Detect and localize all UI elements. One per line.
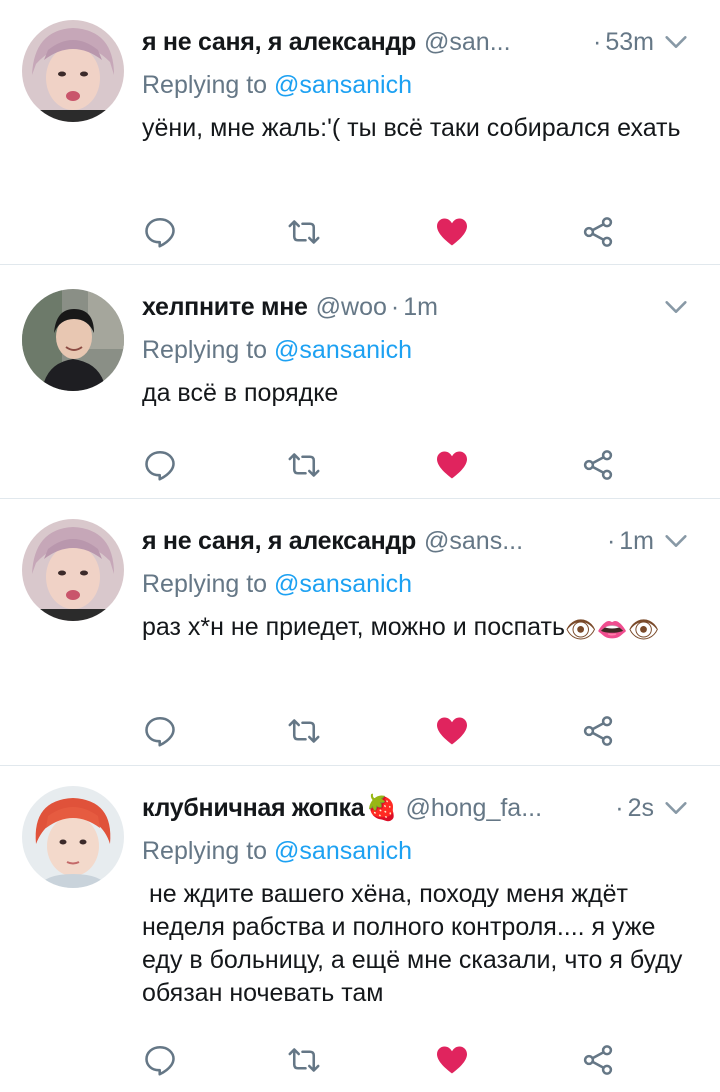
chevron-down-icon[interactable] <box>662 527 690 555</box>
share-icon[interactable] <box>580 447 616 483</box>
chevron-down-icon[interactable] <box>662 28 690 56</box>
display-name[interactable]: я не саня, я александр <box>142 28 416 57</box>
timestamp[interactable]: 53m <box>605 28 654 57</box>
replying-prefix: Replying to <box>142 570 275 598</box>
display-name[interactable]: хелпните мне <box>142 293 308 322</box>
heart-icon[interactable] <box>434 214 470 250</box>
tweet[interactable]: я не саня, я александр @sans... · 1m Rep… <box>0 499 720 766</box>
user-handle[interactable]: @sans... <box>424 527 523 556</box>
retweet-icon[interactable] <box>286 447 322 483</box>
retweet-icon[interactable] <box>286 214 322 250</box>
timestamp[interactable]: 1m <box>619 527 654 556</box>
tweet-text: да всё в порядке <box>142 379 339 407</box>
tweet-text-body: раз х*н не приедет, можно и поспать <box>142 613 565 641</box>
retweet-icon[interactable] <box>286 1042 322 1078</box>
heart-icon[interactable] <box>434 1042 470 1078</box>
replying-prefix: Replying to <box>142 837 275 865</box>
tweet[interactable]: я не саня, я александр @san... · 53m Rep… <box>0 0 720 265</box>
user-handle[interactable]: @woo <box>316 293 387 322</box>
replying-prefix: Replying to <box>142 71 275 99</box>
strawberry-emoji: 🍓 <box>366 793 398 822</box>
mention-link[interactable]: @sansanich <box>274 837 412 865</box>
tweet-actions <box>142 210 642 254</box>
tweet-actions <box>142 709 642 753</box>
chevron-down-icon[interactable] <box>662 293 690 321</box>
separator-dot: · <box>390 292 400 321</box>
timestamp[interactable]: 1m <box>403 293 438 322</box>
tweet[interactable]: клубничная жопка 🍓 @hong_fa... · 2s Repl… <box>0 766 720 1092</box>
heart-icon[interactable] <box>434 447 470 483</box>
avatar[interactable] <box>22 20 124 122</box>
tweet[interactable]: хелпните мне @woo · 1m Replying to @sans… <box>0 265 720 499</box>
retweet-icon[interactable] <box>286 713 322 749</box>
mention-link[interactable]: @sansanich <box>274 570 412 598</box>
avatar[interactable] <box>22 519 124 621</box>
separator-dot: · <box>606 526 616 555</box>
replying-to: Replying to @sansanich <box>142 333 698 367</box>
separator-dot: · <box>593 27 602 56</box>
replying-to: Replying to @sansanich <box>142 567 698 601</box>
eyes-lips-emoji: 👁👄👁 <box>564 616 660 644</box>
tweet-text: не ждите вашего хёна, походу меня ждёт н… <box>142 880 690 1007</box>
share-icon[interactable] <box>580 214 616 250</box>
timeline: я не саня, я александр @san... · 53m Rep… <box>0 0 720 1092</box>
user-handle[interactable]: @hong_fa... <box>405 794 542 823</box>
separator-dot: · <box>615 793 624 822</box>
reply-icon[interactable] <box>142 214 178 250</box>
chevron-down-icon[interactable] <box>662 794 690 822</box>
reply-icon[interactable] <box>142 447 178 483</box>
mention-link[interactable]: @sansanich <box>274 71 412 99</box>
replying-to: Replying to @sansanich <box>142 68 698 102</box>
timestamp[interactable]: 2s <box>628 794 654 823</box>
display-name[interactable]: я не саня, я александр <box>142 527 416 556</box>
tweet-text: уёни, мне жаль:'( ты всё таки собирался … <box>142 114 681 142</box>
tweet-actions <box>142 1038 642 1082</box>
share-icon[interactable] <box>580 713 616 749</box>
replying-to: Replying to @sansanich <box>142 834 698 868</box>
share-icon[interactable] <box>580 1042 616 1078</box>
tweet-actions <box>142 443 642 487</box>
reply-icon[interactable] <box>142 1042 178 1078</box>
heart-icon[interactable] <box>434 713 470 749</box>
avatar[interactable] <box>22 786 124 888</box>
mention-link[interactable]: @sansanich <box>274 336 412 364</box>
user-handle[interactable]: @san... <box>424 28 511 57</box>
avatar[interactable] <box>22 289 124 391</box>
reply-icon[interactable] <box>142 713 178 749</box>
tweet-text: раз х*н не приедет, можно и поспать👁👄👁 <box>142 611 698 647</box>
replying-prefix: Replying to <box>142 336 275 364</box>
display-name[interactable]: клубничная жопка <box>142 794 365 823</box>
